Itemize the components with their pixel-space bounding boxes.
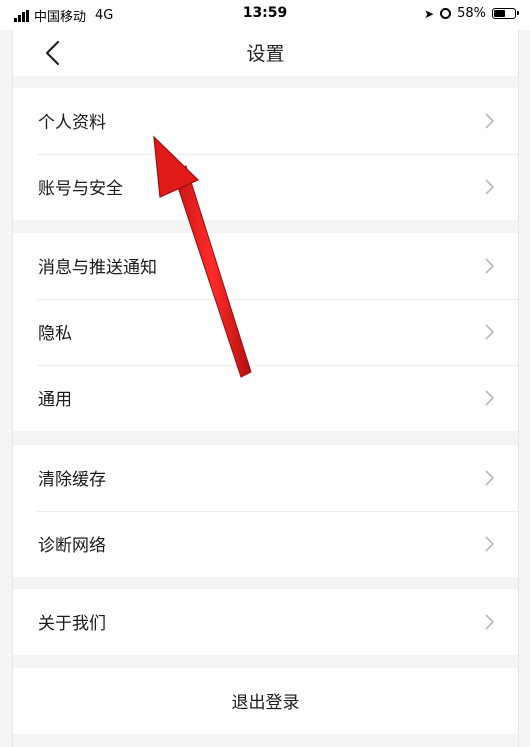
chevron-right-icon xyxy=(485,614,495,630)
settings-item-label: 通用 xyxy=(38,390,72,410)
settings-item-network-diagnosis[interactable]: 诊断网络 xyxy=(13,511,518,577)
chevron-right-icon xyxy=(485,324,495,340)
settings-item-label: 关于我们 xyxy=(38,614,106,634)
settings-item-label: 消息与推送通知 xyxy=(38,258,157,278)
navigation-bar: 设置 xyxy=(13,30,518,76)
settings-group-profile: 个人资料 账号与安全 xyxy=(13,88,518,220)
settings-group-about: 关于我们 xyxy=(13,589,518,655)
settings-item-about-us[interactable]: 关于我们 xyxy=(13,589,518,655)
settings-item-notifications[interactable]: 消息与推送通知 xyxy=(13,233,518,299)
chevron-right-icon xyxy=(485,258,495,274)
chevron-right-icon xyxy=(485,536,495,552)
settings-item-account-security[interactable]: 账号与安全 xyxy=(13,154,518,220)
settings-item-clear-cache[interactable]: 清除缓存 xyxy=(13,445,518,511)
settings-group-general: 消息与推送通知 隐私 通用 xyxy=(13,233,518,431)
chevron-right-icon xyxy=(485,113,495,129)
location-icon: ➤ xyxy=(424,6,435,21)
alarm-icon xyxy=(440,8,452,19)
settings-item-label: 清除缓存 xyxy=(38,470,106,490)
settings-screen: 中国移动 4G 13:59 ➤ 58% 设置 个人资料 账号与安全 消息与推送通… xyxy=(0,0,530,747)
battery-fill xyxy=(494,10,505,17)
status-right: ➤ 58% xyxy=(424,6,519,21)
settings-item-label: 账号与安全 xyxy=(38,179,123,199)
settings-group-cache: 清除缓存 诊断网络 xyxy=(13,445,518,577)
battery-icon xyxy=(492,8,519,19)
chevron-right-icon xyxy=(485,470,495,486)
logout-button[interactable]: 退出登录 xyxy=(13,668,518,734)
settings-item-general[interactable]: 通用 xyxy=(13,365,518,431)
battery-percent: 58% xyxy=(457,6,486,21)
chevron-right-icon xyxy=(485,390,495,406)
logout-label: 退出登录 xyxy=(231,693,300,713)
status-bar: 中国移动 4G 13:59 ➤ 58% xyxy=(0,0,530,30)
settings-item-label: 隐私 xyxy=(38,324,72,344)
page-title: 设置 xyxy=(246,43,285,65)
settings-item-label: 个人资料 xyxy=(38,113,106,133)
settings-item-profile[interactable]: 个人资料 xyxy=(13,88,518,154)
settings-item-label: 诊断网络 xyxy=(38,536,106,556)
settings-item-privacy[interactable]: 隐私 xyxy=(13,299,518,365)
screen-edge-right xyxy=(518,0,519,747)
chevron-right-icon xyxy=(485,179,495,195)
